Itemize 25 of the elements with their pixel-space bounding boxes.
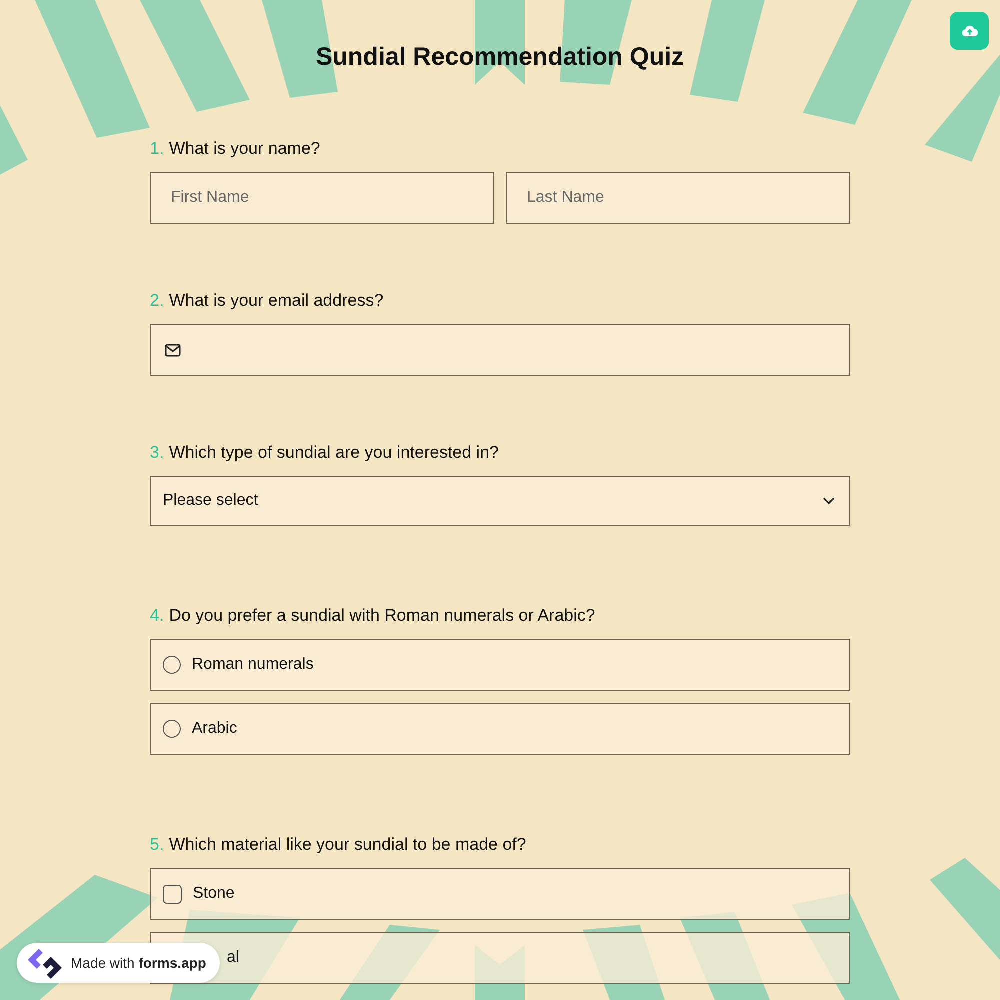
chevron-down-icon	[823, 497, 835, 505]
question-number: 1.	[150, 138, 164, 160]
select-dropdown[interactable]: Please select	[150, 476, 850, 526]
question-label: Which type of sundial are you interested in?	[169, 442, 499, 464]
text-field[interactable]: First Name	[150, 172, 494, 224]
email-field[interactable]	[150, 324, 850, 376]
question-number: 5.	[150, 834, 164, 856]
radio-button[interactable]	[163, 656, 181, 674]
radio-option[interactable]: Roman numerals	[150, 639, 850, 691]
form-title: Sundial Recommendation Quiz	[314, 42, 686, 73]
envelope-icon	[165, 344, 181, 356]
made-with-badge[interactable]: Made with forms.app	[17, 943, 220, 983]
checkbox[interactable]	[163, 884, 182, 904]
checkbox-option[interactable]: Stone	[150, 868, 850, 920]
question-number: 3.	[150, 442, 164, 464]
question-label: What is your email address?	[169, 290, 384, 312]
question-label: Which material like your sundial to be made of?	[169, 834, 526, 856]
question-label: Do you prefer a sundial with Roman numerals or Arabic?	[169, 605, 596, 627]
text-field[interactable]: Last Name	[506, 172, 850, 224]
question-label: What is your name?	[169, 138, 320, 160]
question-number: 4.	[150, 605, 164, 627]
radio-option[interactable]: Arabic	[150, 703, 850, 755]
radio-button[interactable]	[163, 720, 181, 738]
cloud-upload-icon	[962, 25, 978, 37]
question-number: 2.	[150, 290, 164, 312]
